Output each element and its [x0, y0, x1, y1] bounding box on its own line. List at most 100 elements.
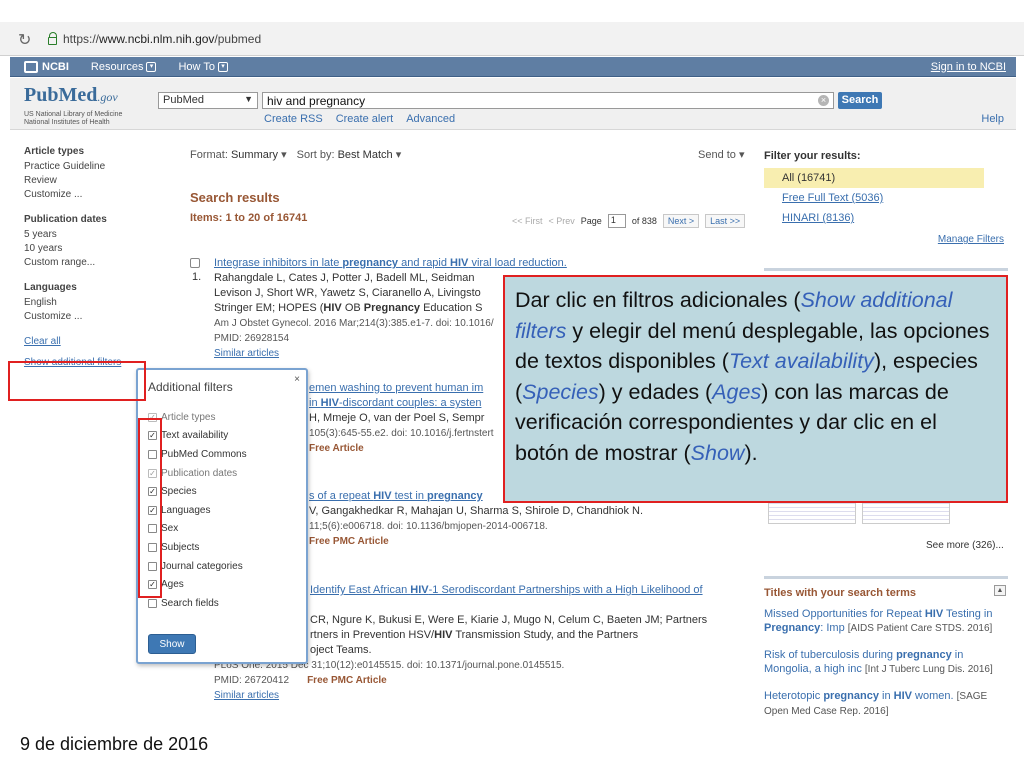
next-page-button[interactable]: Next >: [662, 214, 700, 228]
chevron-down-icon: ▾: [281, 149, 287, 161]
create-alert-link[interactable]: Create alert: [336, 113, 393, 125]
ncbi-logo[interactable]: NCBI: [24, 60, 69, 73]
display-settings: Format: Summary ▾ Sort by: Best Match ▾: [190, 148, 401, 161]
highlight-show-additional-filters: [8, 361, 146, 401]
additional-filter-option[interactable]: ✓ Article types: [148, 408, 247, 427]
result-citation: 11;5(6):e006718. doi: 10.1136/bmjopen-20…: [309, 521, 548, 532]
free-pmc-article-label: Free PMC Article: [309, 536, 389, 547]
address-bar[interactable]: https://www.ncbi.nlm.nih.gov/pubmed: [40, 28, 1008, 50]
titles-heading: Titles with your search terms: [764, 587, 917, 599]
filter-group-publication-dates: Publication dates 5 years 10 years Custo…: [24, 214, 174, 270]
similar-articles-link[interactable]: Similar articles: [214, 688, 754, 703]
sort-menu[interactable]: Sort by: Best Match ▾: [297, 148, 402, 161]
additional-filter-label: Search fields: [161, 597, 219, 609]
page-label: Page: [580, 216, 602, 226]
filter-hinari[interactable]: HINARI (8136): [764, 208, 1008, 228]
page-total: of 838: [631, 216, 657, 226]
result-title-link[interactable]: Integrase inhibitors in late pregnancy a…: [214, 256, 750, 271]
pubmed-header: PubMed.gov US National Library of Medici…: [10, 78, 1016, 130]
clear-all-link[interactable]: Clear all: [24, 336, 174, 347]
additional-filter-label: Ages: [161, 579, 184, 591]
chevron-down-icon: ▾: [146, 61, 157, 72]
related-title-link[interactable]: Heterotopic pregnancy in HIV women. [SAG…: [764, 689, 1008, 719]
first-page-link[interactable]: << First: [512, 216, 543, 226]
additional-filter-option[interactable]: Search fields: [148, 594, 247, 613]
filter-option[interactable]: Review: [24, 174, 174, 188]
free-pmc-article-label: Free PMC Article: [307, 675, 387, 686]
additional-filter-option[interactable]: Sex: [148, 520, 247, 539]
filter-free-full-text[interactable]: Free Full Text (5036): [764, 188, 1008, 208]
resources-menu[interactable]: Resources ▾: [91, 61, 157, 73]
reload-icon[interactable]: ↻: [18, 30, 31, 50]
titles-with-search-terms: Titles with your search terms ▲ Missed O…: [764, 576, 1008, 719]
sign-in-link[interactable]: Sign in to NCBI: [931, 61, 1006, 73]
database-select[interactable]: PubMed ▼: [158, 92, 258, 109]
filter-option[interactable]: 5 years: [24, 228, 174, 242]
filter-option[interactable]: Customize ...: [24, 310, 174, 324]
additional-filter-label: Article types: [161, 411, 216, 423]
additional-filter-option[interactable]: ✓ Publication dates: [148, 464, 247, 483]
see-more-link[interactable]: See more (326)...: [926, 540, 1004, 551]
free-article-label: Free Article: [309, 443, 364, 454]
slide-date: 9 de diciembre de 2016: [20, 734, 209, 754]
last-page-button[interactable]: Last >>: [705, 214, 746, 228]
manage-filters-link[interactable]: Manage Filters: [938, 234, 1004, 245]
result-authors: V, Gangakhedkar R, Mahajan U, Sharma S, …: [309, 505, 644, 517]
additional-filter-option[interactable]: ✓ Species: [148, 482, 247, 501]
section-divider: [764, 268, 1008, 271]
additional-filter-label: Text availability: [161, 430, 229, 442]
additional-filter-option[interactable]: ✓ Text availability: [148, 427, 247, 446]
ncbi-logo-icon: [24, 60, 38, 73]
filter-group-languages: Languages English Customize ...: [24, 282, 174, 324]
collapse-icon[interactable]: ▲: [994, 585, 1006, 596]
close-icon[interactable]: ×: [294, 374, 300, 385]
popup-title: Additional filters: [148, 380, 233, 394]
format-menu[interactable]: Format: Summary ▾: [190, 148, 287, 161]
additional-filter-label: Journal categories: [161, 560, 243, 572]
additional-filter-label: Languages: [161, 504, 211, 516]
search-input[interactable]: hiv and pregnancy ×: [262, 92, 834, 109]
result-citation: 105(3):645-55.e2. doi: 10.1016/j.fertnst…: [309, 428, 494, 439]
browser-toolbar: ↻ https://www.ncbi.nlm.nih.gov/pubmed: [0, 22, 1024, 56]
advanced-search-link[interactable]: Advanced: [406, 113, 455, 125]
show-button[interactable]: Show: [148, 634, 196, 654]
result-item: emen washing to prevent human im in HIV-d…: [309, 381, 509, 456]
result-title-link[interactable]: emen washing to prevent human im in HIV-d…: [309, 381, 509, 411]
related-title-link[interactable]: Missed Opportunities for Repeat HIV Test…: [764, 607, 1008, 636]
additional-filter-option[interactable]: ✓ Ages: [148, 575, 247, 594]
filter-option[interactable]: 10 years: [24, 242, 174, 256]
additional-filter-option[interactable]: ✓ Languages: [148, 501, 247, 520]
filter-option[interactable]: Custom range...: [24, 256, 174, 270]
pubmed-logo[interactable]: PubMed.gov US National Library of Medici…: [24, 84, 122, 126]
filter-results-title: Filter your results:: [764, 150, 861, 162]
additional-filter-option[interactable]: PubMed Commons: [148, 445, 247, 464]
create-rss-link[interactable]: Create RSS: [264, 113, 323, 125]
prev-page-link[interactable]: < Prev: [549, 216, 575, 226]
additional-filter-label: Publication dates: [161, 467, 238, 479]
search-sub-links: Create RSS Create alert Advanced: [264, 113, 455, 125]
highlight-selected-checkboxes: [138, 418, 162, 598]
filter-all[interactable]: All (16741): [764, 168, 984, 188]
related-title-link[interactable]: Risk of tuberculosis during pregnancy in…: [764, 648, 1008, 677]
additional-filter-checkbox[interactable]: [148, 598, 157, 608]
filter-group-article-types: Article types Practice Guideline Review …: [24, 146, 174, 202]
ncbi-top-bar: NCBI Resources ▾ How To ▾ Sign in to NCBI: [10, 57, 1016, 77]
additional-filter-option[interactable]: Journal categories: [148, 557, 247, 576]
chevron-down-icon: ▾: [395, 149, 402, 161]
filter-results-panel: Filter your results: All (16741) Free Fu…: [764, 150, 1008, 271]
filter-group-title: Article types: [24, 146, 85, 157]
page-number-input[interactable]: 1: [607, 214, 626, 228]
filter-option[interactable]: Practice Guideline: [24, 160, 174, 174]
instruction-callout: Dar clic en filtros adicionales (Show ad…: [503, 275, 1008, 503]
filter-option[interactable]: English: [24, 296, 174, 310]
filter-option[interactable]: Customize ...: [24, 188, 174, 202]
dropdown-arrow-icon: ▼: [244, 94, 253, 104]
help-link[interactable]: Help: [981, 113, 1004, 125]
pubmed-logo-subtitle: US National Library of Medicine National …: [24, 111, 123, 126]
send-to-menu[interactable]: Send to ▾: [698, 148, 745, 161]
search-button[interactable]: Search: [838, 92, 882, 109]
clear-search-icon[interactable]: ×: [818, 95, 829, 106]
how-to-menu[interactable]: How To ▾: [178, 61, 228, 73]
result-checkbox[interactable]: [190, 258, 200, 268]
additional-filter-option[interactable]: Subjects: [148, 538, 247, 557]
